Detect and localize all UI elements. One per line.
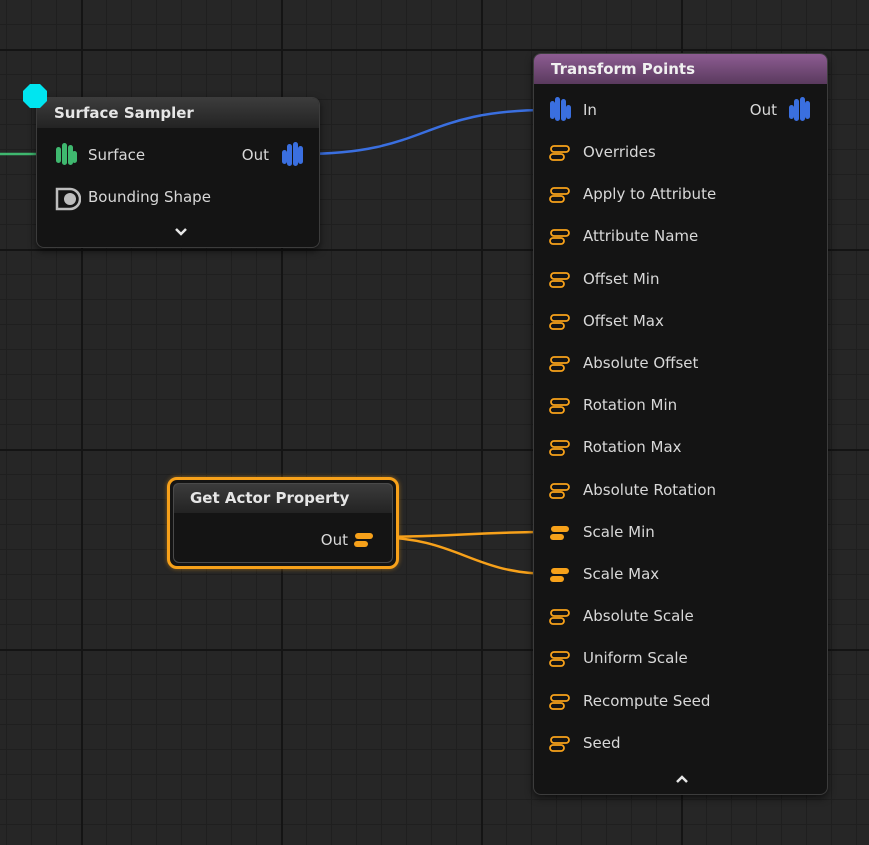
pin-label-absolute-scale: Absolute Scale [583, 607, 694, 626]
wire-property-to-scale-max [371, 535, 553, 576]
attribute-out-icon[interactable] [352, 531, 376, 549]
attribute-pin-icon[interactable] [548, 397, 572, 415]
attribute-pin-icon[interactable] [548, 482, 572, 500]
surface-sampler-title: Surface Sampler [37, 98, 319, 128]
attribute-pin-icon[interactable] [548, 144, 572, 162]
surface-pin-label: Surface [88, 146, 146, 164]
pin-label-scale-max: Scale Max [583, 565, 660, 583]
pin-label-absolute-rotation: Absolute Rotation [583, 480, 717, 499]
pin-label-uniform-scale: Uniform Scale [583, 649, 688, 668]
attribute-pin-icon[interactable] [548, 355, 572, 373]
points-out-icon[interactable] [279, 140, 307, 170]
graph-canvas[interactable]: Surface Sampler Surface Out Bounding Sha… [0, 0, 869, 845]
surface-points-icon[interactable] [53, 141, 79, 169]
attribute-pin-icon[interactable] [548, 650, 572, 668]
pin-label-overrides: Overrides [583, 143, 656, 161]
wire-surface-to-transform [301, 108, 549, 156]
pin-label-rotation-min: Rotation Min [583, 396, 678, 415]
surface-sampler-node[interactable]: Surface Sampler Surface Out Bounding Sha… [36, 97, 320, 248]
attribute-pin-icon[interactable] [548, 735, 572, 753]
get-actor-property-out-label: Out [320, 531, 348, 549]
points-out-icon[interactable] [786, 95, 814, 125]
surface-sampler-out-label: Out [241, 146, 269, 164]
pin-label-apply-to-attribute: Apply to Attribute [583, 185, 717, 204]
attribute-pin-icon[interactable] [548, 566, 572, 584]
pin-label-scale-min: Scale Min [583, 522, 655, 541]
pin-label-recompute-seed: Recompute Seed [583, 691, 711, 710]
attribute-pin-icon[interactable] [548, 271, 572, 289]
pin-label-seed: Seed [583, 733, 621, 752]
attribute-pin-icon[interactable] [548, 228, 572, 246]
pin-label-rotation-max: Rotation Max [583, 438, 682, 457]
pin-label-offset-min: Offset Min [583, 269, 660, 288]
attribute-pin-icon[interactable] [548, 693, 572, 711]
bounding-shape-pin-label: Bounding Shape [88, 188, 211, 206]
transform-out-label: Out [749, 101, 777, 119]
transform-in-label: In [583, 101, 597, 119]
attribute-pin-icon[interactable] [548, 439, 572, 457]
bounding-shape-icon[interactable] [53, 185, 81, 213]
pin-label-absolute-offset: Absolute Offset [583, 354, 699, 372]
transform-points-node[interactable]: Transform Points In Out Overrides Apply t… [533, 53, 828, 795]
get-actor-property-title: Get Actor Property [173, 483, 393, 513]
attribute-pin-icon[interactable] [548, 186, 572, 204]
pin-label-attribute-name: Attribute Name [583, 227, 699, 246]
points-in-icon[interactable] [547, 95, 575, 125]
attribute-pin-icon[interactable] [548, 608, 572, 626]
chevron-up-icon[interactable] [672, 773, 692, 787]
chevron-down-icon[interactable] [171, 226, 191, 240]
get-actor-property-node[interactable]: Get Actor Property Out [167, 477, 399, 569]
attribute-pin-icon[interactable] [548, 524, 572, 542]
wire-property-to-scale-min [371, 530, 553, 539]
attribute-pin-icon[interactable] [548, 313, 572, 331]
exec-pin-icon[interactable] [22, 83, 48, 109]
pin-label-offset-max: Offset Max [583, 311, 664, 330]
transform-points-title: Transform Points [534, 54, 827, 84]
